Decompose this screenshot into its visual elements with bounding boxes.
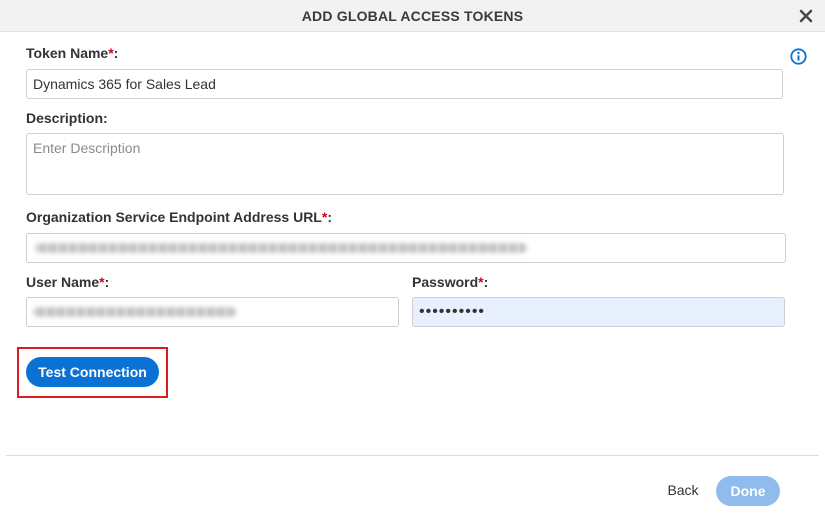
label-suffix: : <box>483 274 489 290</box>
password-label: Password*: <box>412 274 488 290</box>
back-button[interactable]: Back <box>660 476 706 504</box>
label-suffix: : <box>113 45 119 61</box>
redacted-value <box>35 243 527 253</box>
done-button[interactable]: Done <box>716 476 780 506</box>
token-name-input[interactable] <box>26 69 783 99</box>
description-label: Description: <box>26 110 108 126</box>
footer-divider <box>6 455 819 456</box>
user-name-input[interactable] <box>26 297 399 327</box>
endpoint-url-label-text: Organization Service Endpoint Address UR… <box>26 209 322 225</box>
label-suffix: : <box>104 274 110 290</box>
endpoint-url-label: Organization Service Endpoint Address UR… <box>26 209 332 225</box>
description-textarea[interactable] <box>26 133 784 195</box>
user-name-label: User Name*: <box>26 274 109 290</box>
password-input[interactable] <box>412 297 785 327</box>
close-icon[interactable] <box>797 7 815 25</box>
test-connection-button[interactable]: Test Connection <box>26 357 159 387</box>
label-suffix: : <box>327 209 332 225</box>
info-icon[interactable] <box>790 48 807 65</box>
password-label-text: Password <box>412 274 479 290</box>
token-name-label: Token Name*: <box>26 45 118 61</box>
dialog-title: ADD GLOBAL ACCESS TOKENS <box>301 7 524 24</box>
token-name-label-text: Token Name <box>26 45 109 61</box>
redacted-value <box>33 307 237 317</box>
user-name-label-text: User Name <box>26 274 100 290</box>
dialog-titlebar: ADD GLOBAL ACCESS TOKENS <box>0 0 825 32</box>
endpoint-url-input[interactable] <box>26 233 786 263</box>
